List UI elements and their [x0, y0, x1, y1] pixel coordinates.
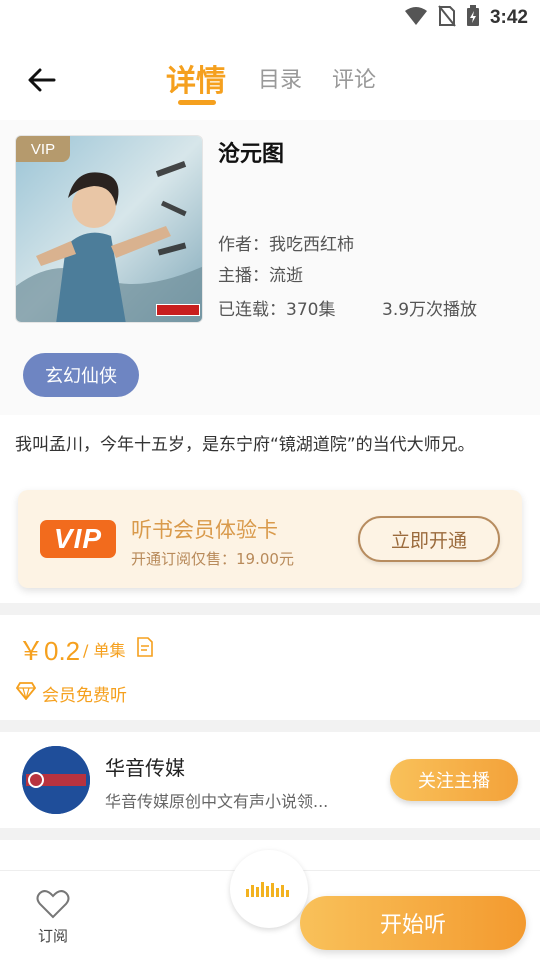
episode-count: 已连载：370集 — [218, 300, 336, 320]
heart-icon — [36, 890, 70, 919]
price-unit: / 单集 — [83, 641, 126, 660]
tab-details-label: 详情 — [166, 64, 226, 99]
publisher-logo — [22, 746, 90, 814]
publisher-name: 华音传媒 — [105, 756, 185, 780]
episode-price: ￥0.2 — [18, 636, 81, 666]
member-free-label: 会员免费听 — [15, 681, 127, 706]
price-section: ￥0.2 / 单集 会员免费听 — [0, 615, 540, 720]
back-button[interactable] — [22, 62, 62, 98]
publisher-row[interactable]: 华音传媒 华音传媒原创中文有声小说领... 关注主播 — [0, 732, 540, 828]
audio-wave-icon — [246, 882, 289, 897]
start-listening-button[interactable]: 开始听 — [300, 896, 526, 950]
vip-logo: VIP — [40, 520, 116, 558]
status-bar: 3:42 — [0, 0, 540, 36]
genre-tag[interactable]: 玄幻仙侠 — [23, 353, 139, 397]
vip-trial-card[interactable]: VIP 听书会员体验卡 开通订阅仅售：19.00元 立即开通 — [18, 490, 522, 588]
publisher-description: 华音传媒原创中文有声小说领... — [105, 792, 329, 811]
vip-card-price: 开通订阅仅售：19.00元 — [131, 550, 294, 568]
tab-catalog-label: 目录 — [258, 68, 303, 93]
book-cover[interactable]: VIP — [15, 135, 203, 323]
now-playing-disc[interactable] — [230, 850, 308, 928]
no-sim-icon — [438, 5, 456, 31]
section-divider — [0, 720, 540, 732]
book-title: 沧元图 — [218, 142, 285, 167]
book-author: 作者：我吃西红柿 — [218, 235, 354, 255]
play-count: 3.9万次播放 — [382, 300, 478, 320]
subscribe-label: 订阅 — [37, 927, 68, 945]
follow-button[interactable]: 关注主播 — [390, 759, 518, 801]
vip-badge: VIP — [16, 136, 70, 162]
diamond-icon — [15, 682, 37, 705]
battery-charging-icon — [466, 5, 480, 31]
open-vip-button[interactable]: 立即开通 — [358, 516, 500, 562]
book-narrator: 主播：流逝 — [218, 266, 303, 286]
active-tab-indicator — [178, 100, 216, 105]
tab-comments-label: 评论 — [332, 68, 377, 93]
arrow-left-icon — [28, 68, 56, 92]
tab-catalog[interactable]: 目录 — [258, 40, 302, 94]
header: 详情 目录 评论 — [0, 40, 540, 118]
tab-comments[interactable]: 评论 — [332, 40, 376, 94]
book-info: VIP 沧元图 作者：我吃西红柿 主播：流逝 已连载：370集 3.9万次播放 — [0, 120, 540, 340]
wifi-icon — [404, 6, 428, 30]
tab-details[interactable]: 详情 — [166, 40, 226, 105]
publisher-avatar[interactable] — [22, 746, 90, 814]
tab-bar: 详情 目录 评论 — [160, 40, 406, 118]
document-icon[interactable] — [136, 637, 154, 661]
subscribe-button[interactable]: 订阅 — [28, 889, 78, 946]
section-divider — [0, 828, 540, 840]
book-intro: 我叫孟川，今年十五岁，是东宁府“镜湖道院”的当代大师兄。 — [15, 435, 475, 455]
member-free-text: 会员免费听 — [42, 686, 127, 706]
cover-art-image — [16, 136, 202, 322]
section-divider — [0, 603, 540, 615]
clock: 3:42 — [489, 7, 528, 28]
vip-card-title: 听书会员体验卡 — [131, 518, 278, 542]
tag-section: 玄幻仙侠 — [0, 340, 540, 415]
